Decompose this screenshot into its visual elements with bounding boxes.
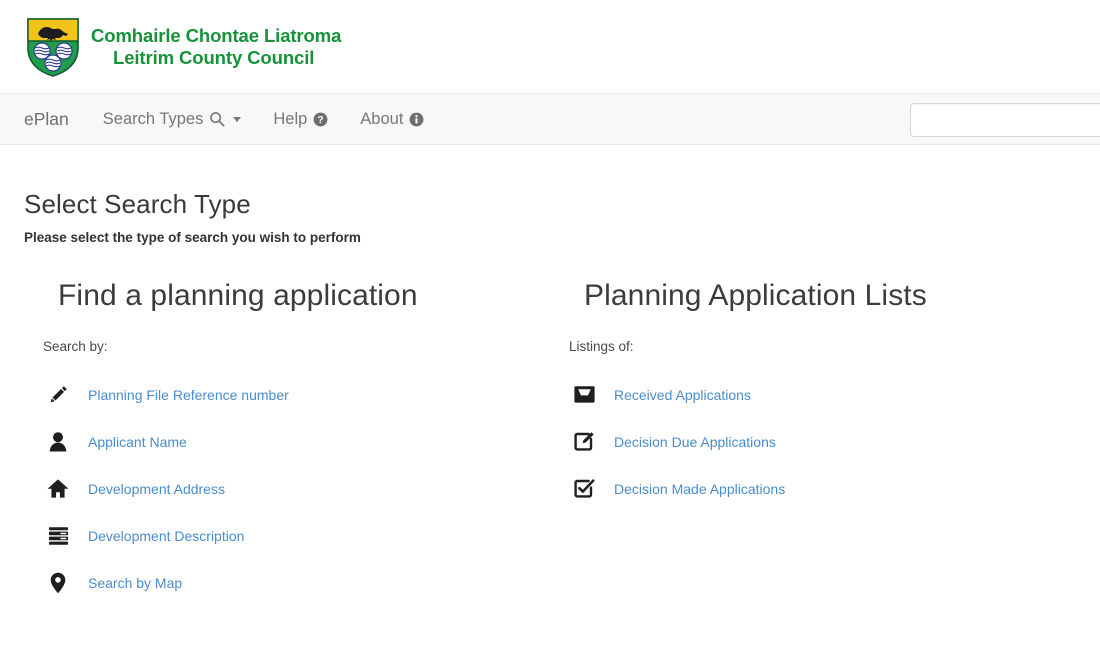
nav-item-list: ePlan Search Types Help ? About — [0, 93, 440, 145]
list-item-link[interactable]: Planning File Reference number — [88, 387, 289, 403]
list-item-link[interactable]: Search by Map — [88, 575, 182, 591]
list-item[interactable]: Received Applications — [562, 371, 1076, 418]
nav-item-search-types[interactable]: Search Types — [87, 93, 258, 145]
nav-item-label: Search Types — [102, 110, 204, 128]
nav-item-label: ePlan — [24, 109, 69, 129]
list-item-link[interactable]: Decision Due Applications — [614, 434, 776, 450]
search-type-columns: Find a planning application Search by: P… — [24, 279, 1076, 606]
list-item-link[interactable]: Decision Made Applications — [614, 481, 785, 497]
edit-square-icon — [562, 431, 606, 452]
list-item[interactable]: Applicant Name — [36, 418, 550, 465]
column-application-lists: Planning Application Lists Listings of: … — [550, 279, 1076, 606]
list-item-link[interactable]: Applicant Name — [88, 434, 187, 450]
list-item-link[interactable]: Development Description — [88, 528, 244, 544]
page-subtitle: Please select the type of search you wis… — [24, 230, 361, 245]
search-by-list: Planning File Reference number Applicant… — [36, 371, 550, 606]
home-icon — [36, 478, 80, 499]
check-square-icon — [562, 478, 606, 499]
question-circle-icon: ? — [313, 112, 328, 127]
brand-line-english: Leitrim County Council — [113, 46, 315, 68]
search-icon — [209, 111, 225, 127]
column-heading: Planning Application Lists — [584, 279, 927, 312]
inbox-icon — [562, 385, 606, 404]
list-item-link[interactable]: Development Address — [88, 481, 225, 497]
nav-item-about[interactable]: About — [344, 93, 440, 145]
map-pin-icon — [36, 572, 80, 594]
column-find-application: Find a planning application Search by: P… — [24, 279, 550, 606]
list-item[interactable]: Development Description — [36, 512, 550, 559]
column-subheading: Search by: — [43, 339, 108, 354]
leitrim-county-crest-icon — [27, 17, 79, 77]
user-icon — [36, 431, 80, 452]
nav-item-eplan[interactable]: ePlan — [24, 93, 87, 145]
site-header: Comhairle Chontae Liatroma Leitrim Count… — [0, 0, 1100, 93]
nav-item-label: About — [360, 110, 404, 128]
column-heading: Find a planning application — [58, 279, 418, 312]
server-list-icon — [36, 526, 80, 546]
info-circle-icon — [409, 112, 424, 127]
list-item-link[interactable]: Received Applications — [614, 387, 751, 403]
list-item[interactable]: Planning File Reference number — [36, 371, 550, 418]
nav-item-label: Help — [273, 110, 308, 128]
listings-of-list: Received Applications Decision Due Appli… — [562, 371, 1076, 512]
page-title: Select Search Type — [24, 189, 251, 219]
list-item[interactable]: Search by Map — [36, 559, 550, 606]
pencil-icon — [36, 384, 80, 405]
nav-item-help[interactable]: Help ? — [257, 93, 344, 145]
search-input[interactable] — [910, 103, 1100, 137]
brand-home-link[interactable]: Comhairle Chontae Liatroma Leitrim Count… — [24, 16, 341, 78]
navbar-search-container — [910, 103, 1100, 137]
svg-text:?: ? — [318, 115, 324, 126]
main-navbar: ePlan Search Types Help ? About — [0, 93, 1100, 145]
page-content: Select Search Type Please select the typ… — [0, 145, 1100, 606]
list-item[interactable]: Decision Due Applications — [562, 418, 1076, 465]
list-item[interactable]: Decision Made Applications — [562, 465, 1076, 512]
column-subheading: Listings of: — [569, 339, 634, 354]
brand-line-irish: Comhairle Chontae Liatroma — [91, 24, 342, 46]
list-item[interactable]: Development Address — [36, 465, 550, 512]
brand-text: Comhairle Chontae Liatroma Leitrim Count… — [91, 25, 341, 69]
chevron-down-icon — [233, 116, 242, 122]
